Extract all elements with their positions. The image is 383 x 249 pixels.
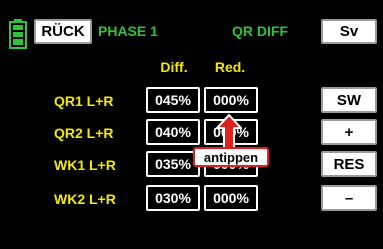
minus-button-label: – [344, 189, 354, 207]
row-label-wk2: WK2 L+R [54, 191, 116, 207]
res-button[interactable]: RES [321, 151, 377, 177]
page-title: QR DIFF [232, 23, 288, 39]
red-field-qr1[interactable]: 000% [204, 87, 258, 113]
tap-callout: antippen [193, 147, 269, 167]
plus-button-label: + [344, 123, 354, 141]
res-button-label: RES [333, 155, 365, 173]
sw-button-label: SW [336, 91, 362, 109]
column-header-diff: Diff. [160, 59, 188, 75]
back-button-label: RÜCK [41, 23, 85, 40]
save-button[interactable]: Sv [321, 19, 377, 44]
battery-icon [9, 19, 27, 49]
diff-field-qr1[interactable]: 045% [146, 87, 200, 113]
save-button-label: Sv [339, 23, 359, 40]
plus-button[interactable]: + [321, 119, 377, 145]
row-label-wk1: WK1 L+R [54, 157, 116, 173]
red-field-wk2[interactable]: 000% [204, 185, 258, 211]
phase-label: PHASE 1 [98, 23, 158, 39]
back-button[interactable]: RÜCK [34, 19, 92, 44]
transmitter-screen: RÜCK PHASE 1 QR DIFF Sv Diff. Red. QR1 L… [0, 0, 383, 249]
column-header-red: Red. [214, 59, 246, 75]
diff-field-wk1[interactable]: 035% [146, 151, 200, 177]
row-label-qr2: QR2 L+R [54, 125, 114, 141]
tap-callout-text: antippen [203, 149, 259, 165]
minus-button[interactable]: – [321, 185, 377, 211]
diff-field-qr2[interactable]: 040% [146, 119, 200, 145]
diff-field-wk2[interactable]: 030% [146, 185, 200, 211]
sw-button[interactable]: SW [321, 87, 377, 113]
arrow-up-icon [216, 114, 242, 149]
row-label-qr1: QR1 L+R [54, 93, 114, 109]
